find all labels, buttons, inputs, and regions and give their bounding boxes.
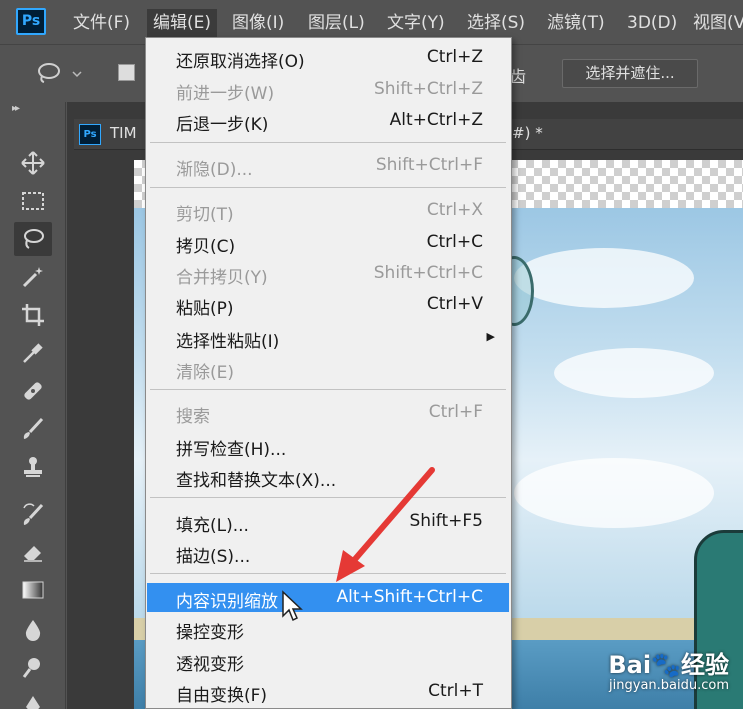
menu-image[interactable]: 图像(I)	[232, 9, 284, 37]
gradient-icon[interactable]	[14, 573, 52, 607]
history-brush-icon[interactable]	[14, 498, 52, 532]
document-tab-title[interactable]: TIM	[110, 124, 137, 142]
move-icon[interactable]	[14, 146, 52, 180]
blur-icon[interactable]	[14, 613, 52, 647]
menu-item-paste-special[interactable]: 选择性粘贴(I) ▶	[147, 323, 509, 352]
menu-edit[interactable]: 编辑(E)	[147, 9, 218, 37]
menu-item-copy-merged[interactable]: 合并拷贝(Y) Shift+Ctrl+C	[147, 259, 509, 288]
menu-item-clear[interactable]: 清除(E)	[147, 354, 509, 383]
brush-icon[interactable]	[14, 412, 52, 446]
menu-item-stroke[interactable]: 描边(S)...	[147, 538, 509, 567]
menu-item-free-transform[interactable]: 自由变换(F) Ctrl+T	[147, 677, 509, 706]
eyedropper-icon[interactable]	[14, 336, 52, 370]
menu-separator	[150, 389, 506, 390]
mouse-cursor-icon	[282, 590, 303, 622]
menu-3d[interactable]: 3D(D)	[627, 9, 677, 37]
menu-file[interactable]: 文件(F)	[73, 9, 130, 37]
document-ps-icon: Ps	[79, 124, 101, 145]
marquee-icon[interactable]	[14, 184, 52, 218]
menu-item-paste[interactable]: 粘贴(P) Ctrl+V	[147, 290, 509, 319]
menu-item-cut[interactable]: 剪切(T) Ctrl+X	[147, 196, 509, 225]
clone-stamp-icon[interactable]	[14, 450, 52, 484]
anti-alias-label: 齿	[510, 67, 527, 86]
menu-item-fill[interactable]: 填充(L)... Shift+F5	[147, 507, 509, 536]
healing-brush-icon[interactable]	[14, 374, 52, 408]
menu-separator	[150, 142, 506, 143]
menu-layer[interactable]: 图层(L)	[308, 9, 365, 37]
pen-icon[interactable]	[14, 689, 52, 709]
baidu-watermark: Bai🐾经验 jingyan.baidu.com	[608, 651, 729, 693]
menu-separator	[150, 497, 506, 498]
menu-separator	[150, 573, 506, 574]
new-selection-icon[interactable]	[118, 64, 135, 81]
menu-filter[interactable]: 滤镜(T)	[547, 9, 605, 37]
menu-item-puppet-warp[interactable]: 操控变形	[147, 614, 509, 643]
menu-item-copy[interactable]: 拷贝(C) Ctrl+C	[147, 228, 509, 257]
lasso-icon[interactable]	[14, 222, 52, 256]
menu-item-undo-deselect[interactable]: 还原取消选择(O) Ctrl+Z	[147, 43, 509, 72]
photoshop-logo-icon: Ps	[16, 8, 46, 35]
crop-icon[interactable]	[14, 298, 52, 332]
document-tab-title-tail: #) *	[512, 124, 543, 142]
menu-item-step-forward[interactable]: 前进一步(W) Shift+Ctrl+Z	[147, 75, 509, 104]
chevron-down-icon[interactable]	[72, 66, 82, 82]
dodge-icon[interactable]	[14, 651, 52, 685]
menu-item-find-replace[interactable]: 查找和替换文本(X)...	[147, 462, 509, 491]
menu-item-perspective-warp[interactable]: 透视变形	[147, 646, 509, 675]
menu-separator	[150, 187, 506, 188]
menu-item-content-aware-scale[interactable]: 内容识别缩放 Alt+Shift+Ctrl+C	[147, 583, 509, 612]
panel-collapse-icon[interactable]: ▸▸	[12, 103, 20, 114]
menu-type[interactable]: 文字(Y)	[387, 9, 445, 37]
menu-item-search[interactable]: 搜索 Ctrl+F	[147, 398, 509, 427]
menu-item-step-backward[interactable]: 后退一步(K) Alt+Ctrl+Z	[147, 106, 509, 135]
menu-select[interactable]: 选择(S)	[467, 9, 525, 37]
menu-item-spell-check[interactable]: 拼写检查(H)...	[147, 431, 509, 460]
menu-item-fade[interactable]: 渐隐(D)... Shift+Ctrl+F	[147, 151, 509, 180]
select-and-mask-button[interactable]: 选择并遮住...	[562, 59, 698, 88]
menu-view[interactable]: 视图(V	[693, 9, 743, 37]
eraser-icon[interactable]	[14, 534, 52, 568]
magic-wand-icon[interactable]	[14, 260, 52, 294]
submenu-triangle-icon: ▶	[486, 330, 495, 343]
lasso-preset-icon[interactable]	[36, 62, 62, 90]
